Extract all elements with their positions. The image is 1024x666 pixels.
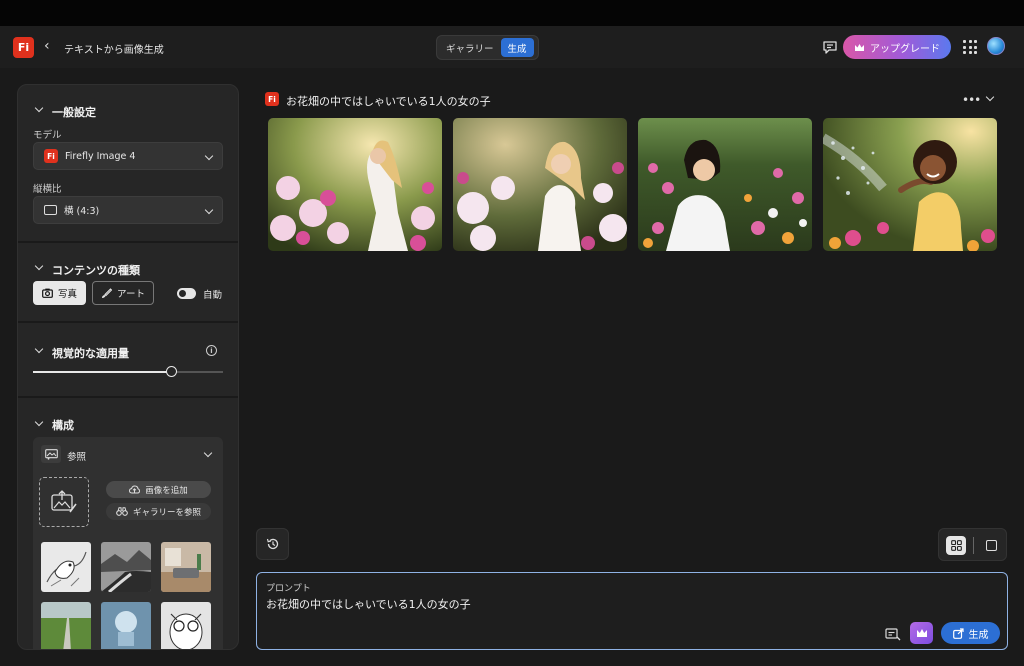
generated-image[interactable]: [823, 118, 997, 251]
crown-icon: [855, 43, 864, 51]
reference-thumbnail[interactable]: [41, 602, 91, 649]
single-view-icon[interactable]: [986, 540, 997, 551]
history-button[interactable]: [256, 528, 289, 560]
model-label: モデル: [33, 130, 62, 141]
info-icon[interactable]: i: [206, 345, 217, 356]
tab-generate[interactable]: 生成: [500, 38, 534, 57]
page-title: テキストから画像生成: [64, 45, 164, 56]
top-strip: [0, 0, 1024, 26]
reference-icon: [41, 445, 61, 463]
section-visual-intensity-title[interactable]: 視覚的な適用量: [52, 345, 129, 361]
chevron-down-icon[interactable]: [203, 448, 213, 458]
content-type-art-button[interactable]: アート: [92, 281, 154, 305]
more-options-icon[interactable]: •••: [962, 93, 981, 107]
divider: [973, 537, 974, 554]
firefly-badge-icon: Fi: [265, 92, 279, 106]
section-content-type-title[interactable]: コンテンツの種類: [52, 262, 140, 278]
chevron-down-icon: [204, 205, 214, 215]
upgrade-label: アップグレード: [870, 43, 940, 55]
binoculars-icon: [116, 507, 128, 516]
reference-thumbnail[interactable]: [101, 602, 151, 649]
intensity-slider-thumb[interactable]: [166, 366, 178, 377]
avatar[interactable]: [987, 37, 1005, 55]
generate-label: 生成: [968, 629, 989, 641]
chevron-down-icon[interactable]: [34, 261, 44, 271]
reference-thumbnail[interactable]: [101, 542, 151, 592]
divider: [18, 241, 238, 243]
prompt-label: プロンプト: [266, 584, 311, 594]
view-mode-switch: [938, 528, 1007, 561]
firefly-logo[interactable]: Fi: [13, 37, 34, 58]
brush-icon: [102, 287, 113, 298]
reference-thumbnail[interactable]: [41, 542, 91, 592]
aspect-value: 横 (4:3): [64, 206, 100, 217]
prompt-text[interactable]: お花畑の中ではしゃいでいる1人の女の子: [266, 596, 471, 612]
divider: [18, 396, 238, 398]
generate-button[interactable]: 生成: [941, 622, 1000, 644]
cloud-upload-icon: [129, 485, 141, 494]
image-upload-icon: [51, 490, 77, 513]
firefly-model-icon: Fi: [44, 149, 58, 163]
auto-toggle[interactable]: [177, 288, 196, 299]
camera-icon: [42, 288, 53, 298]
reference-thumbnail[interactable]: [161, 542, 211, 592]
crown-icon: [916, 629, 927, 637]
aspect-label: 縦横比: [33, 184, 62, 195]
content-type-photo-button[interactable]: 写真: [33, 281, 86, 305]
tab-gallery[interactable]: ギャラリー: [439, 38, 501, 57]
art-label: アート: [117, 289, 145, 300]
upgrade-button[interactable]: アップグレード: [843, 35, 951, 59]
generate-icon: [952, 627, 964, 639]
grid-view-button[interactable]: [946, 536, 966, 555]
add-image-label: 画像を追加: [145, 485, 188, 496]
generated-image[interactable]: [638, 118, 812, 251]
history-icon: [266, 538, 278, 550]
generation-title: お花畑の中ではしゃいでいる1人の女の子: [286, 95, 491, 108]
section-general-title[interactable]: 一般設定: [52, 104, 96, 120]
chevron-down-icon[interactable]: [34, 344, 44, 354]
reference-title: 参照: [67, 452, 87, 463]
aspect-ratio-icon: [44, 205, 57, 215]
auto-label: 自動: [203, 290, 223, 301]
chevron-down-icon: [204, 151, 214, 161]
back-chevron-icon[interactable]: ‹: [44, 38, 50, 54]
divider: [18, 321, 238, 323]
mode-switch: ギャラリー 生成: [436, 35, 539, 60]
model-value: Firefly Image 4: [65, 150, 136, 162]
add-image-button[interactable]: 画像を追加: [106, 481, 211, 498]
reference-box: 参照 画像を追加 ギャラリーを参照: [33, 437, 223, 649]
premium-crown-button[interactable]: [910, 622, 933, 644]
model-select[interactable]: Fi Firefly Image 4: [33, 142, 223, 170]
feedback-icon[interactable]: [822, 39, 838, 55]
upload-reference-dropzone[interactable]: [39, 477, 89, 527]
settings-panel: 一般設定 モデル Fi Firefly Image 4 縦横比 横 (4:3) …: [17, 84, 239, 650]
chevron-down-icon[interactable]: [985, 92, 995, 102]
grid-icon: [950, 540, 962, 551]
app-header: Fi ‹ テキストから画像生成 ギャラリー 生成 アップグレード: [0, 26, 1024, 68]
generated-image[interactable]: [453, 118, 627, 251]
browse-gallery-button[interactable]: ギャラリーを参照: [106, 503, 211, 520]
prompt-input[interactable]: プロンプト お花畑の中ではしゃいでいる1人の女の子 生成: [256, 572, 1008, 650]
photo-label: 写真: [57, 289, 77, 300]
prompt-suggestion-icon[interactable]: [885, 627, 901, 641]
section-composition-title[interactable]: 構成: [52, 417, 74, 433]
intensity-slider-fill: [33, 371, 172, 373]
aspect-select[interactable]: 横 (4:3): [33, 196, 223, 224]
chevron-down-icon[interactable]: [34, 417, 44, 427]
chevron-down-icon[interactable]: [34, 103, 44, 113]
browse-gallery-label: ギャラリーを参照: [132, 507, 201, 518]
reference-thumbnail[interactable]: [161, 602, 211, 649]
generated-image[interactable]: [268, 118, 442, 251]
apps-grid-icon[interactable]: [963, 40, 977, 54]
